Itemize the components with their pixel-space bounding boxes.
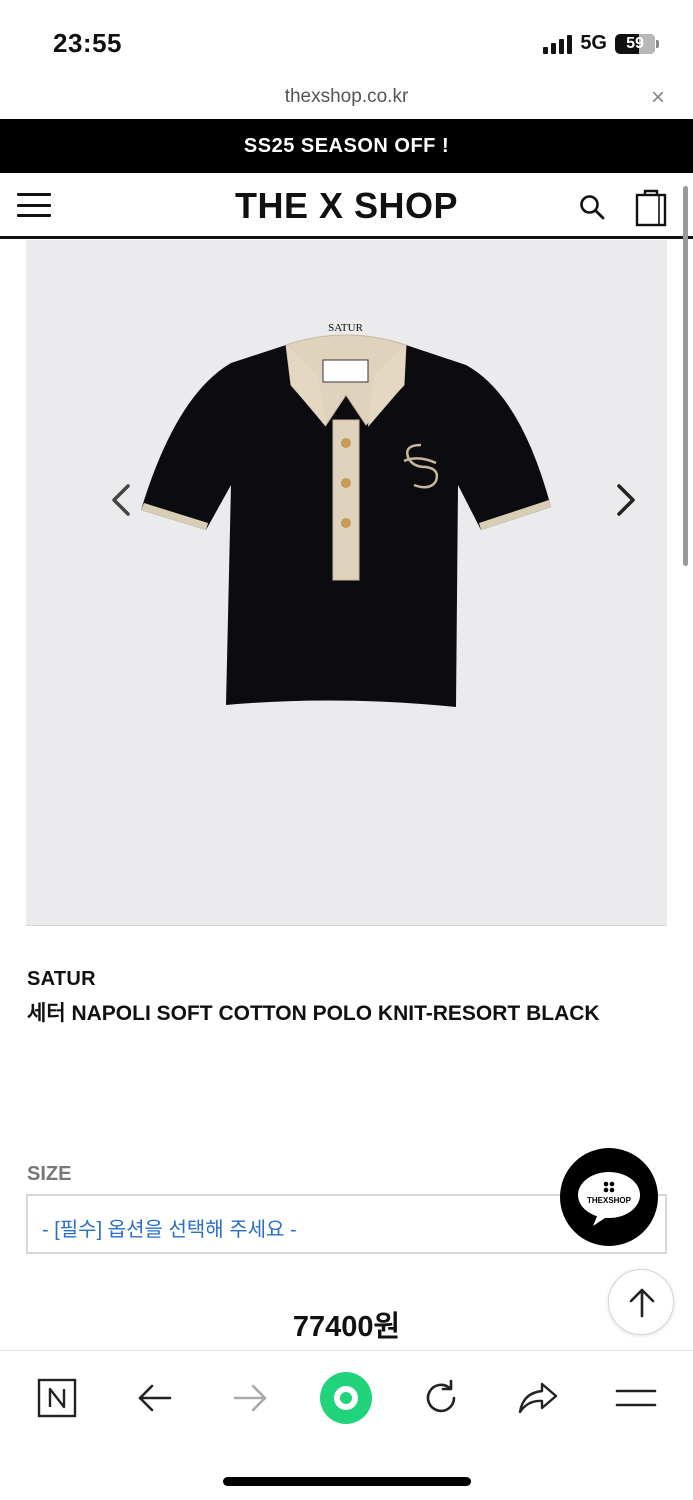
- close-icon[interactable]: ×: [651, 84, 665, 112]
- chat-bubble-icon: THEXSHOP: [578, 1172, 640, 1226]
- status-bar: 23:55 5G 59: [0, 0, 693, 84]
- naver-icon[interactable]: [29, 1373, 85, 1423]
- share-icon[interactable]: [510, 1373, 566, 1423]
- scrollbar[interactable]: [683, 186, 688, 566]
- site-header: THE X SHOP: [0, 173, 693, 239]
- promo-banner[interactable]: SS25 SEASON OFF !: [0, 119, 693, 173]
- signal-icon: [543, 34, 573, 54]
- url-text[interactable]: thexshop.co.kr: [0, 86, 693, 108]
- browser-toolbar: [0, 1350, 693, 1500]
- url-bar[interactable]: thexshop.co.kr ×: [0, 84, 693, 118]
- status-time: 23:55: [53, 28, 122, 58]
- size-label: SIZE: [27, 1163, 72, 1185]
- promo-text: SS25 SEASON OFF !: [243, 134, 450, 157]
- forward-icon[interactable]: [223, 1373, 279, 1423]
- battery-icon: 59: [615, 33, 659, 54]
- home-indicator[interactable]: [223, 1477, 471, 1486]
- battery-level: 59: [626, 34, 644, 52]
- product-image-carousel[interactable]: [26, 240, 667, 926]
- product-brand[interactable]: SATUR: [27, 968, 96, 991]
- status-indicators: 5G 59: [543, 32, 659, 55]
- chat-label: THEXSHOP: [587, 1196, 632, 1205]
- back-icon[interactable]: [126, 1373, 182, 1423]
- menu-icon[interactable]: [608, 1373, 664, 1423]
- product-image-label: SATUR: [328, 322, 363, 334]
- size-select-placeholder: - [필수] 옵션을 선택해 주세요 -: [42, 1219, 297, 1241]
- product-price: 77400원: [292, 1311, 401, 1343]
- search-icon[interactable]: [578, 193, 606, 221]
- shopping-bag-icon[interactable]: [634, 187, 668, 227]
- green-dot-icon[interactable]: [318, 1372, 374, 1424]
- network-type: 5G: [580, 32, 607, 54]
- product-name: 세터 NAPOLI SOFT COTTON POLO KNIT-RESORT B…: [27, 1002, 600, 1025]
- chat-button[interactable]: THEXSHOP: [560, 1148, 658, 1246]
- chevron-right-icon[interactable]: [611, 480, 641, 520]
- polo-shirt-image: [141, 334, 551, 707]
- chevron-left-icon[interactable]: [106, 480, 136, 520]
- reload-icon[interactable]: [413, 1373, 469, 1423]
